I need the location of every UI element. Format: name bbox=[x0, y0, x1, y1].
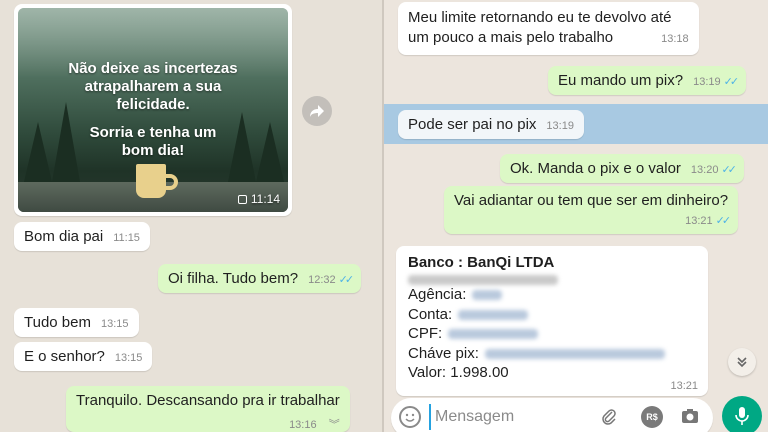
message-outgoing[interactable]: Ok. Manda o pix e o valor 13:20 ✓✓ bbox=[500, 154, 744, 183]
message-incoming[interactable]: Bom dia pai 11:15 bbox=[14, 222, 150, 251]
scroll-down-button[interactable] bbox=[728, 348, 756, 376]
image-text-line: felicidade. bbox=[116, 96, 190, 113]
message-text: Oi filha. Tudo bem? bbox=[168, 270, 299, 287]
message-time: 13:18 bbox=[661, 33, 689, 45]
paperclip-icon[interactable] bbox=[601, 408, 617, 431]
emoji-icon[interactable] bbox=[399, 406, 421, 428]
microphone-icon bbox=[735, 407, 749, 425]
double-chevron-down-icon bbox=[737, 357, 747, 368]
double-check-icon: ✓✓ bbox=[715, 215, 732, 227]
double-check-icon: ✓✓ bbox=[338, 274, 355, 286]
image-text-line: atrapalharem a sua bbox=[84, 78, 222, 95]
redacted-value bbox=[472, 290, 503, 301]
image-text-line: bom dia! bbox=[121, 142, 185, 159]
microphone-button[interactable] bbox=[722, 396, 762, 432]
valor-text: Valor: 1.998.00 bbox=[408, 364, 509, 381]
message-text: Ok. Manda o pix e o valor bbox=[510, 160, 681, 177]
message-outgoing[interactable]: Tranquilo. Descansando pra ir trabalhar … bbox=[66, 386, 350, 432]
forward-button[interactable] bbox=[302, 96, 332, 126]
bank-valor-row: Valor: 1.998.00 bbox=[408, 363, 696, 383]
message-text: Vai adiantar ou tem que ser em dinheiro? bbox=[454, 192, 729, 209]
bank-cpf-row: CPF: bbox=[408, 324, 696, 344]
redacted-value bbox=[448, 329, 539, 340]
payment-label: R$ bbox=[646, 412, 658, 422]
forward-icon bbox=[310, 105, 324, 117]
message-incoming[interactable]: Tudo bem 13:15 bbox=[14, 308, 139, 337]
message-incoming[interactable]: E o senhor? 13:15 bbox=[14, 342, 153, 371]
bank-details-message[interactable]: Banco : BanQi LTDA Agência: Conta: CPF: … bbox=[396, 246, 708, 396]
double-check-icon: ✓✓ bbox=[721, 164, 737, 176]
bank-agencia-row: Agência: bbox=[408, 285, 696, 305]
message-composer: R$ bbox=[391, 398, 713, 432]
image-timestamp: 11:14 bbox=[237, 192, 280, 206]
message-time: 13:21 bbox=[685, 215, 713, 227]
smiley-face-icon bbox=[405, 413, 415, 422]
message-text: E o senhor? bbox=[24, 348, 105, 365]
message-time: 13:21 bbox=[670, 380, 698, 392]
message-incoming[interactable]: Meu limite retornando eu te devolvo até … bbox=[398, 2, 699, 55]
message-time: 13:15 bbox=[100, 318, 129, 330]
left-chat-pane: Não deixe as incertezas atrapalharem a s… bbox=[0, 0, 384, 432]
message-text-line-2: um pouco a mais pelo trabalho 13:18 bbox=[408, 28, 689, 49]
agencia-label: Agência: bbox=[408, 286, 467, 303]
morning-greeting-image[interactable]: Não deixe as incertezas atrapalharem a s… bbox=[18, 8, 288, 212]
double-check-icon: ✓✓ bbox=[723, 76, 740, 88]
message-outgoing[interactable]: Eu mando um pix? 13:19 ✓✓ bbox=[548, 66, 747, 95]
message-time: 13:20 bbox=[690, 164, 719, 176]
chave-pix-label: Cháve pix: bbox=[408, 344, 479, 362]
image-icon bbox=[237, 194, 247, 204]
image-time: 11:14 bbox=[250, 192, 280, 206]
message-time: 12:32 bbox=[308, 274, 336, 286]
payment-icon[interactable]: R$ bbox=[641, 406, 663, 428]
bank-holder-row bbox=[408, 271, 696, 285]
cpf-label: CPF: bbox=[408, 325, 443, 342]
message-incoming-selected[interactable]: Pode ser pai no pix 13:19 bbox=[398, 110, 584, 139]
image-text-line: Sorria e tenha um bbox=[89, 124, 217, 141]
message-text-line: Meu limite retornando eu te devolvo até bbox=[408, 9, 672, 26]
message-time: 11:15 bbox=[113, 232, 140, 244]
redacted-holder-name bbox=[408, 274, 558, 285]
message-time: 13:19 bbox=[693, 76, 721, 88]
camera-icon[interactable] bbox=[681, 408, 699, 429]
chevron-down-icon[interactable]: ︾ bbox=[329, 419, 340, 431]
message-input[interactable] bbox=[429, 404, 589, 430]
message-text: Pode ser pai no pix bbox=[408, 116, 537, 133]
redacted-value bbox=[458, 309, 529, 320]
message-meta: 13:16 ︾ bbox=[76, 415, 340, 432]
message-outgoing[interactable]: Oi filha. Tudo bem? 12:32 ✓✓ bbox=[158, 264, 362, 293]
message-meta: 13:21 ✓✓ bbox=[454, 211, 732, 228]
message-time: 13:19 bbox=[546, 120, 574, 132]
coffee-mug bbox=[136, 164, 166, 198]
message-time: 13:15 bbox=[114, 352, 143, 364]
message-text: Bom dia pai bbox=[24, 228, 104, 245]
message-outgoing[interactable]: Vai adiantar ou tem que ser em dinheiro?… bbox=[444, 186, 739, 234]
redacted-value bbox=[484, 348, 665, 359]
message-time: 13:16 bbox=[289, 419, 317, 431]
image-message[interactable]: Não deixe as incertezas atrapalharem a s… bbox=[14, 4, 292, 216]
bank-pix-row: Cháve pix: bbox=[408, 344, 696, 364]
bank-title: Banco : BanQi LTDA bbox=[408, 254, 555, 271]
image-text-line: Não deixe as incertezas bbox=[68, 60, 238, 77]
message-text-line: um pouco a mais pelo trabalho bbox=[408, 29, 614, 46]
message-text: Tranquilo. Descansando pra ir trabalhar bbox=[76, 392, 340, 409]
message-text: Tudo bem bbox=[24, 314, 91, 331]
conta-label: Conta: bbox=[408, 305, 453, 323]
message-text: Eu mando um pix? bbox=[558, 72, 684, 89]
bank-conta-row: Conta: bbox=[408, 305, 696, 325]
